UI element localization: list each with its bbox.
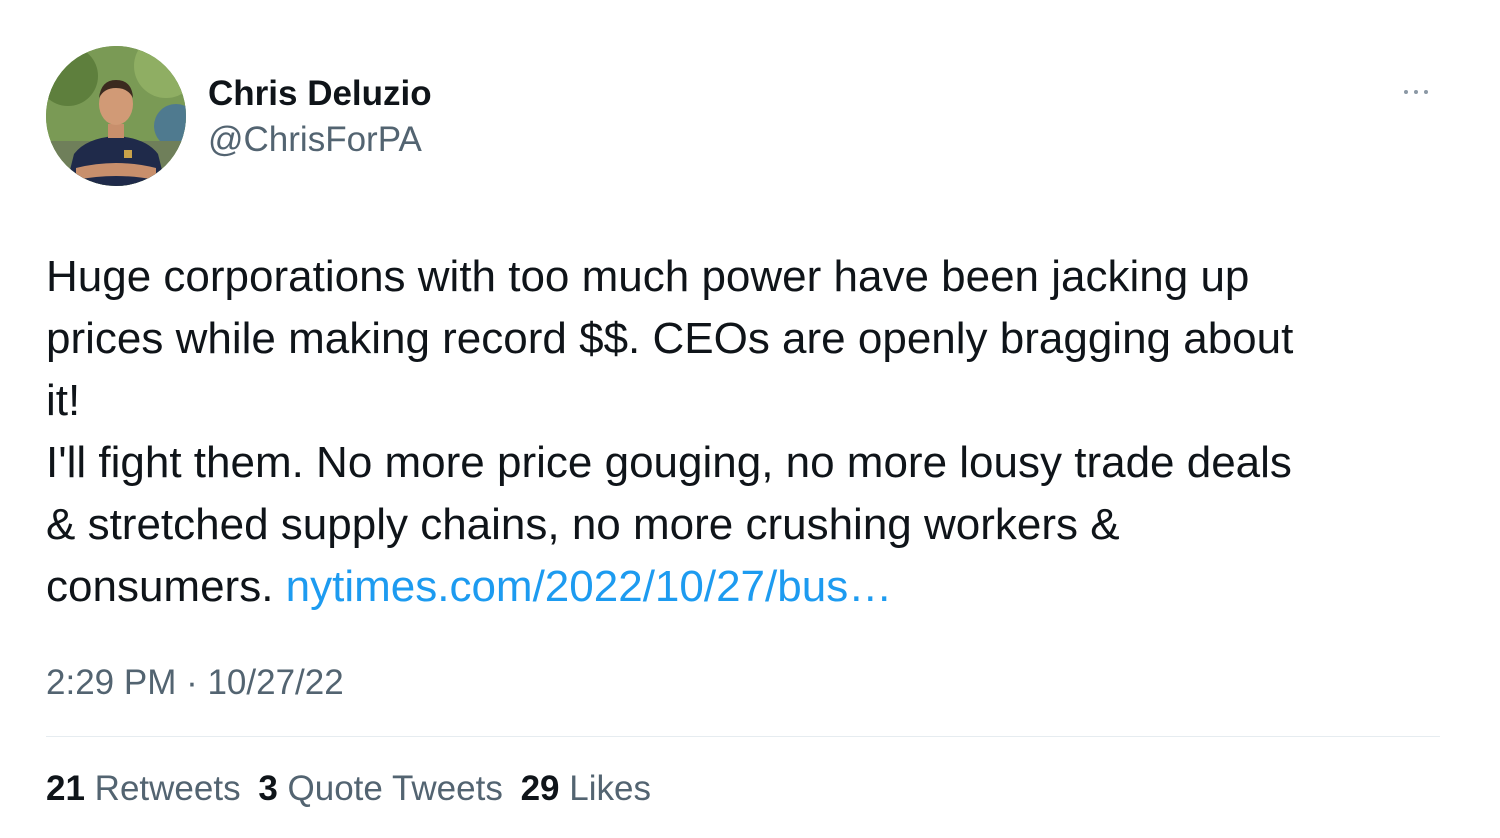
tweet-text-line: prices while making record $$. CEOs are … xyxy=(46,314,1294,363)
divider xyxy=(46,736,1440,737)
more-horizontal-icon[interactable] xyxy=(1400,82,1432,102)
retweets-label: Retweets xyxy=(94,769,241,808)
retweets-stat[interactable]: 21 Retweets xyxy=(46,769,241,808)
quote-tweets-count: 3 xyxy=(258,769,278,808)
tweet-timestamp[interactable]: 2:29 PM · 10/27/22 xyxy=(46,660,344,706)
author-names: Chris Deluzio @ChrisForPA xyxy=(208,72,432,162)
tweet-text-line: Huge corporations with too much power ha… xyxy=(46,252,1250,301)
avatar[interactable] xyxy=(46,46,186,186)
tweet-text-line: I'll fight them. No more price gouging, … xyxy=(46,438,1292,487)
avatar-image xyxy=(46,46,186,186)
tweet-header: Chris Deluzio @ChrisForPA xyxy=(46,46,1442,186)
quote-tweets-stat[interactable]: 3 Quote Tweets xyxy=(258,769,503,808)
likes-count: 29 xyxy=(520,769,560,808)
author-display-name[interactable]: Chris Deluzio xyxy=(208,72,432,116)
likes-stat[interactable]: 29 Likes xyxy=(521,769,651,808)
article-link[interactable]: nytimes.com/2022/10/27/bus… xyxy=(286,562,893,611)
tweet-text-line: it! xyxy=(46,376,81,425)
retweets-count: 21 xyxy=(46,769,85,808)
tweet-card: Chris Deluzio @ChrisForPA Huge corporati… xyxy=(0,0,1500,838)
author-handle[interactable]: @ChrisForPA xyxy=(208,118,432,162)
tweet-stats: 21 Retweets 3 Quote Tweets 29 Likes xyxy=(46,766,659,812)
tweet-text-line: & stretched supply chains, no more crush… xyxy=(46,500,1120,549)
tweet-text: Huge corporations with too much power ha… xyxy=(46,246,1436,618)
tweet-text-last-line: consumers. nytimes.com/2022/10/27/bus… xyxy=(46,556,1436,618)
quote-tweets-label: Quote Tweets xyxy=(287,769,503,808)
tweet-text-segment: consumers. xyxy=(46,562,286,611)
likes-label: Likes xyxy=(569,769,651,808)
